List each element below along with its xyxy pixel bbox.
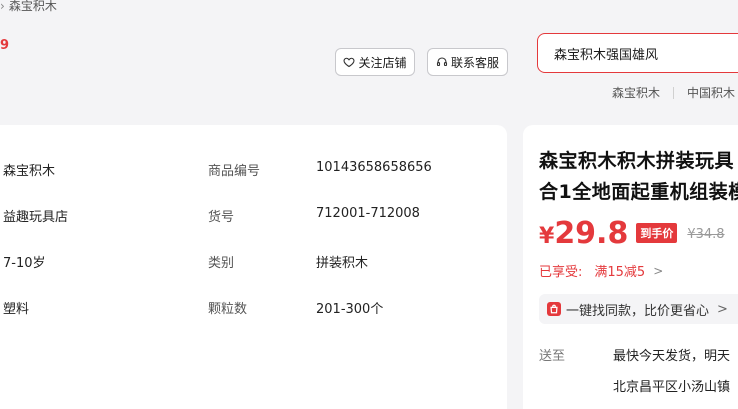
spec-label-pieces: 颗粒数 bbox=[208, 302, 248, 317]
price-currency: ¥ bbox=[539, 224, 555, 249]
spec-label-model: 货号 bbox=[208, 210, 235, 225]
spec-label-category: 类别 bbox=[208, 256, 235, 271]
find-same-item-bar[interactable]: 一键找同款，比价更省心 > bbox=[539, 294, 738, 324]
shipping-address[interactable]: 北京昌平区小汤山镇 bbox=[613, 376, 730, 395]
search-input[interactable] bbox=[554, 45, 738, 61]
spec-material-value: 塑料 bbox=[3, 302, 30, 317]
product-title-line-1: 森宝积木积木拼装玩具 bbox=[539, 150, 735, 172]
spec-panel: 森宝积木 商品编号 10143658658656 益趣玩具店 货号 712001… bbox=[0, 125, 507, 409]
hot-word-2[interactable]: 中国积木 bbox=[687, 84, 735, 101]
spec-age-value: 7-10岁 bbox=[3, 256, 46, 271]
promo-row[interactable]: 已享受: 满15减5 > bbox=[539, 261, 664, 281]
spec-value-pieces: 201-300个 bbox=[316, 302, 384, 317]
follow-shop-label: 关注店铺 bbox=[358, 55, 407, 70]
price-row: ¥ 29.8 到手价 ¥34.8 bbox=[539, 216, 725, 251]
spec-value-model: 712001-712008 bbox=[316, 206, 420, 221]
ship-to-label: 送至 bbox=[539, 349, 566, 364]
spec-brand-value: 森宝积木 bbox=[3, 164, 56, 179]
hot-word-divider bbox=[673, 86, 675, 99]
shop-score: 9 bbox=[0, 38, 10, 53]
product-panel: 森宝积木积木拼装玩具 合1全地面起重机组装模 ¥ 29.8 到手价 ¥34.8 … bbox=[523, 125, 738, 409]
chevron-right-icon: > bbox=[717, 301, 728, 317]
shipping-estimate: 最快今天发货，明天 bbox=[613, 349, 731, 364]
hot-words: 森宝积木 中国积木 bbox=[612, 84, 735, 101]
hot-word-1[interactable]: 森宝积木 bbox=[612, 84, 660, 101]
follow-shop-button[interactable]: 关注店铺 bbox=[335, 48, 415, 76]
breadcrumb-current[interactable]: 森宝积木 bbox=[9, 0, 57, 14]
heart-icon bbox=[343, 57, 356, 68]
original-price: ¥34.8 bbox=[687, 227, 725, 242]
spec-shop-value: 益趣玩具店 bbox=[3, 210, 69, 225]
price-value: 29.8 bbox=[554, 216, 629, 251]
breadcrumb-separator: › bbox=[0, 0, 5, 13]
find-same-item-text: 一键找同款，比价更省心 bbox=[566, 303, 710, 319]
contact-service-label: 联系客服 bbox=[450, 55, 499, 70]
spec-value-item-number: 10143658658656 bbox=[316, 160, 432, 175]
shopping-bag-icon bbox=[547, 302, 561, 316]
contact-service-button[interactable]: 联系客服 bbox=[427, 48, 508, 76]
chevron-right-icon: > bbox=[653, 263, 664, 278]
promo-value: 满15减5 bbox=[594, 265, 646, 280]
spec-label-item-number: 商品编号 bbox=[208, 164, 261, 179]
spec-value-category: 拼装积木 bbox=[316, 256, 369, 271]
search-box[interactable] bbox=[537, 33, 738, 73]
final-price-badge: 到手价 bbox=[636, 223, 678, 243]
product-title-line-2: 合1全地面起重机组装模 bbox=[539, 181, 738, 203]
promo-label: 已享受: bbox=[539, 265, 583, 280]
breadcrumb: › 森宝积木 bbox=[0, 0, 57, 14]
headset-icon bbox=[436, 57, 448, 67]
